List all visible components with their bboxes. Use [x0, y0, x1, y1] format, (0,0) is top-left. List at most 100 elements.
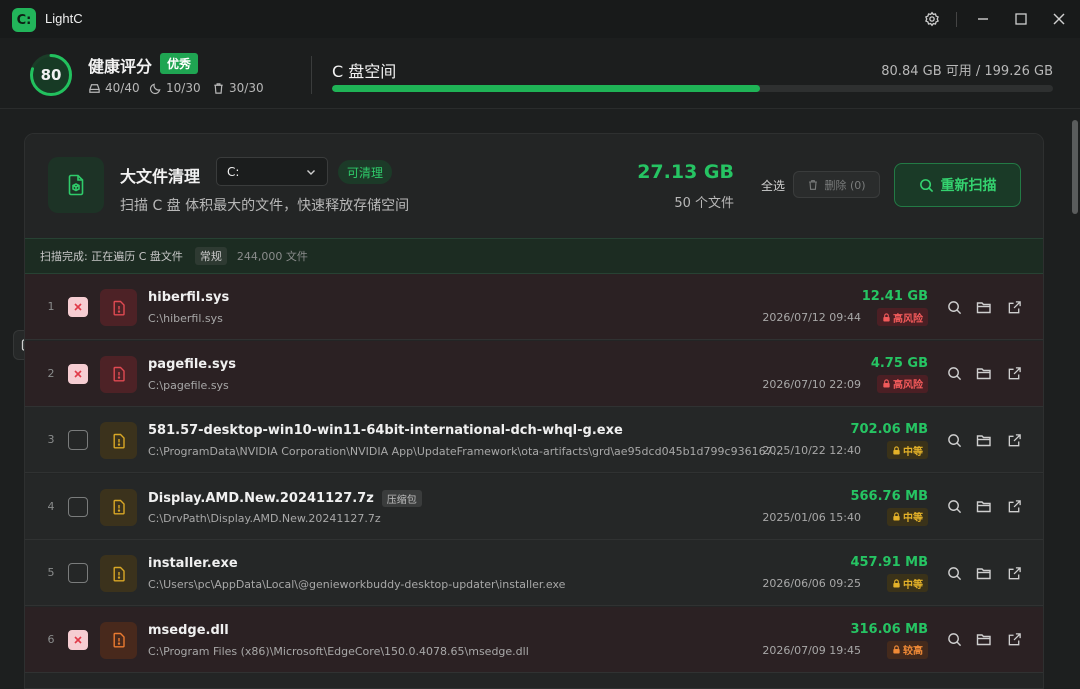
file-name: pagefile.sys [148, 356, 236, 372]
lock-icon [883, 379, 890, 388]
stat-disk: 40/40 [88, 81, 140, 95]
lock-icon [893, 578, 900, 588]
risk-label: 中等 [903, 579, 923, 591]
app-title: LightC [45, 11, 83, 26]
file-name: msedge.dll [148, 622, 229, 638]
file-warning-icon [100, 488, 137, 526]
file-warning-icon [100, 555, 137, 592]
file-row[interactable]: 1 hiberfil.sys C:\hiberfil.sys 12.41 GB 2026… [25, 274, 1043, 340]
title-bar: C: LightC [0, 0, 1080, 38]
file-size: 702.06 MB [850, 422, 928, 437]
external-link-icon[interactable] [1004, 630, 1024, 650]
external-link-icon[interactable] [1004, 563, 1024, 583]
search-icon [919, 178, 933, 192]
scan-status-bar: 扫描完成: 正在遍历 C 盘文件 常规 244,000 文件 [25, 238, 1043, 274]
rescan-button[interactable]: 重新扫描 [894, 163, 1021, 207]
maximize-icon[interactable] [1011, 9, 1031, 29]
chevron-down-icon [307, 169, 315, 175]
titlebar-separator [956, 12, 957, 27]
file-package-icon [68, 174, 84, 196]
row-index: 2 [47, 366, 55, 380]
lock-icon [883, 312, 890, 322]
search-file-icon[interactable] [944, 364, 964, 384]
delete-button-label: 删除 (0) [824, 178, 866, 192]
search-file-icon[interactable] [944, 297, 964, 317]
select-all-button[interactable]: 全选 [761, 177, 785, 194]
lock-icon [893, 645, 900, 654]
drive-select-value: C: [227, 164, 240, 179]
disk-space-text: 80.84 GB 可用 / 199.26 GB [881, 64, 1053, 79]
file-size: 457.91 MB [850, 555, 928, 570]
minimize-icon[interactable] [973, 9, 993, 29]
file-warning-icon [100, 355, 137, 393]
file-size: 316.06 MB [850, 621, 928, 637]
health-score-value: 80 [40, 66, 62, 84]
health-badge: 优秀 [160, 53, 199, 74]
file-path: C:\ProgramData\NVIDIA Corporation\NVIDIA… [148, 445, 788, 458]
delete-button[interactable]: 删除 (0) [793, 171, 880, 198]
risk-badge: 高风险 [877, 374, 928, 393]
total-size: 27.13 GB [637, 161, 734, 183]
open-folder-icon[interactable] [974, 497, 994, 517]
lock-icon [893, 512, 900, 521]
vertical-scrollbar[interactable] [1072, 120, 1078, 214]
file-row[interactable]: 5 installer.exe C:\Users\pc\AppData\Local\… [25, 540, 1043, 606]
settings-gear-icon[interactable] [922, 9, 942, 29]
file-name: hiberfil.sys [148, 290, 230, 305]
search-file-icon[interactable] [944, 497, 964, 517]
file-size: 566.76 MB [850, 488, 928, 504]
file-type-tag: 压缩包 [381, 489, 422, 507]
file-path: C:\hiberfil.sys [148, 312, 223, 325]
risk-badge: 高风险 [877, 308, 928, 326]
row-index: 1 [47, 300, 55, 313]
open-folder-icon[interactable] [974, 563, 994, 583]
scan-status-text: 扫描完成: 正在遍历 C 盘文件 [40, 250, 183, 263]
file-date: 2026/07/10 22:09 [762, 377, 861, 391]
module-header: 大文件清理 C: 可清理 扫描 C 盘 体积最大的文件，快速释放存储空间 27.… [25, 134, 1043, 238]
risk-label: 中等 [903, 513, 923, 524]
risk-label: 较高 [903, 646, 923, 657]
health-title: 健康评分 [88, 57, 153, 76]
row-index: 5 [47, 566, 55, 579]
search-file-icon[interactable] [944, 430, 964, 450]
row-checkbox[interactable] [68, 496, 88, 517]
open-folder-icon[interactable] [974, 430, 994, 450]
open-folder-icon[interactable] [974, 630, 994, 650]
risk-badge: 中等 [887, 574, 928, 592]
app-logo: C: [12, 8, 36, 32]
stat-trash-value: 30/30 [229, 81, 264, 95]
search-file-icon[interactable] [944, 563, 964, 583]
row-checkbox[interactable] [68, 363, 88, 384]
stat-trash: 30/30 [212, 81, 264, 95]
row-checkbox[interactable] [68, 563, 88, 583]
row-checkbox[interactable] [68, 430, 88, 450]
file-row[interactable]: 6 msedge.dll C:\Program Files (x86)\Micros… [25, 606, 1043, 673]
external-link-icon[interactable] [1004, 297, 1024, 317]
external-link-icon[interactable] [1004, 364, 1024, 384]
close-icon[interactable] [1049, 9, 1069, 29]
file-path: C:\Program Files (x86)\Microsoft\EdgeCor… [148, 644, 529, 658]
file-row[interactable]: 3 581.57-desktop-win10-win11-64bit-intern… [25, 407, 1043, 473]
risk-badge: 较高 [887, 640, 928, 659]
row-checkbox[interactable] [68, 297, 88, 317]
open-folder-icon[interactable] [974, 297, 994, 317]
file-name: 581.57-desktop-win10-win11-64bit-interna… [148, 423, 623, 438]
external-link-icon[interactable] [1004, 430, 1024, 450]
search-file-icon[interactable] [944, 630, 964, 650]
disk-usage-track [332, 85, 1053, 92]
stat-disk-value: 40/40 [105, 81, 140, 95]
drive-select[interactable]: C: [216, 157, 328, 186]
risk-badge: 中等 [887, 441, 928, 459]
open-folder-icon[interactable] [974, 364, 994, 384]
disk-space-title: C 盘空间 [332, 62, 397, 81]
file-name: Display.AMD.New.20241127.7z [148, 490, 374, 506]
external-link-icon[interactable] [1004, 497, 1024, 517]
file-row[interactable]: 4 Display.AMD.New.20241127.7z 压缩包 C:\DrvPat… [25, 473, 1043, 540]
row-checkbox[interactable] [68, 629, 88, 650]
disk-icon [89, 83, 100, 93]
file-date: 2026/06/06 09:25 [762, 577, 861, 590]
row-index: 4 [47, 499, 55, 513]
file-path: C:\pagefile.sys [148, 378, 229, 392]
file-date: 2025/10/22 12:40 [762, 444, 861, 457]
file-row[interactable]: 2 pagefile.sys C:\pagefile.sys 4.75 GB 2026/… [25, 340, 1043, 407]
